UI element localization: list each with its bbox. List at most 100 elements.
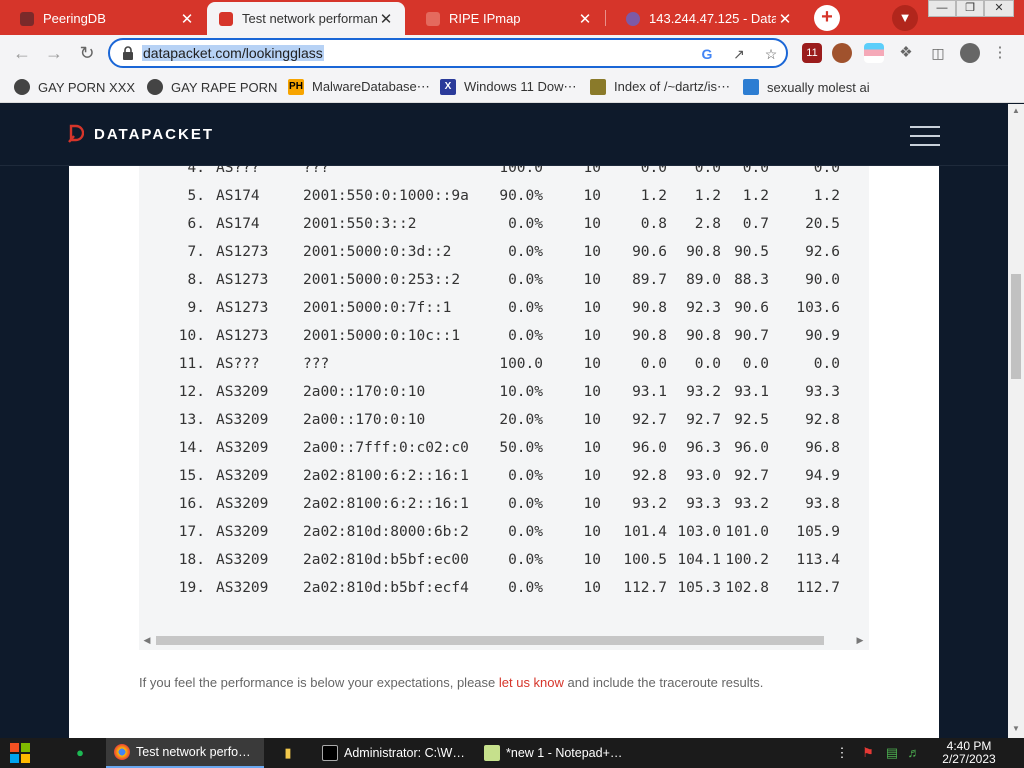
- profile-icon[interactable]: [960, 43, 980, 63]
- overflow-icon[interactable]: ⋮: [834, 745, 850, 761]
- globe-favicon-icon: [626, 11, 640, 26]
- bookmark-item[interactable]: GAY PORN XXX: [14, 77, 135, 97]
- extensions-puzzle-icon[interactable]: ❖: [896, 43, 916, 63]
- content-card: 4. AS?????? 100.0 10 0.0 0.0 0.0 0.0 5. AS174 2001…: [69, 166, 939, 738]
- clock-date: 2/27/2023: [942, 752, 996, 766]
- hop-host: 2a00::170:0:10: [303, 384, 426, 400]
- extension-badge-icon[interactable]: 11: [802, 43, 822, 63]
- hop-v2: 89.0: [686, 272, 721, 288]
- bookmark-item[interactable]: GAY RAPE PORN: [147, 77, 277, 97]
- tab-search-button[interactable]: ▼: [892, 5, 918, 31]
- close-tab-icon[interactable]: ✕: [377, 10, 395, 28]
- hop-v2: 93.0: [686, 468, 721, 484]
- flag-extension-icon[interactable]: [864, 43, 884, 63]
- scrollbar-thumb[interactable]: [1011, 274, 1021, 379]
- flag-icon[interactable]: ⚑: [860, 745, 876, 761]
- hop-v3: 1.2: [742, 188, 769, 204]
- reload-icon[interactable]: ↻: [75, 41, 99, 65]
- file-explorer-icon[interactable]: ▮: [280, 745, 296, 761]
- hop-host: 2a02:810d:b5bf:ec00: [303, 552, 469, 568]
- vertical-scrollbar[interactable]: ▲ ▼: [1008, 104, 1024, 738]
- close-tab-icon[interactable]: ✕: [178, 10, 196, 28]
- tab-peeringdb[interactable]: PeeringDB ✕: [0, 2, 206, 35]
- bookmark-item[interactable]: sexually molest ai: [743, 77, 870, 97]
- scrollbar-thumb[interactable]: [156, 636, 824, 645]
- datapacket-logo[interactable]: DATAPACKET: [68, 124, 214, 144]
- google-lens-icon[interactable]: G: [698, 45, 716, 63]
- hop-num: 9.: [187, 300, 205, 316]
- system-clock[interactable]: 4:40 PM 2/27/2023: [934, 740, 1004, 766]
- hop-v2: 92.7: [686, 412, 721, 428]
- hop-host: 2a00::7fff:0:c02:c0: [303, 440, 469, 456]
- bookmark-favicon-icon: PH: [288, 79, 304, 95]
- hop-host: 2001:5000:0:3d::2: [303, 244, 452, 260]
- scroll-down-icon[interactable]: ▼: [1008, 724, 1024, 733]
- close-window-button[interactable]: ✕: [984, 0, 1014, 17]
- hop-v3: 93.1: [734, 384, 769, 400]
- hop-asn: AS3209: [216, 440, 269, 456]
- new-tab-button[interactable]: +: [814, 5, 840, 31]
- hop-snt: 10: [583, 216, 601, 232]
- windows-start-icon[interactable]: [10, 743, 30, 763]
- hop-asn: AS1273: [216, 328, 269, 344]
- hop-v2: 90.8: [686, 244, 721, 260]
- address-bar[interactable]: datapacket.com/lookingglass G ↗ ☆: [108, 38, 788, 68]
- scroll-up-icon[interactable]: ▲: [1008, 106, 1024, 115]
- hop-host: 2001:550:0:1000::9a: [303, 188, 469, 204]
- app-icon[interactable]: ●: [72, 745, 88, 761]
- tab-title: RIPE IPmap: [449, 11, 521, 26]
- minimize-button[interactable]: —: [928, 0, 956, 17]
- hop-asn: AS3209: [216, 552, 269, 568]
- hop-asn: AS174: [216, 188, 260, 204]
- back-arrow-icon[interactable]: ←: [10, 41, 34, 65]
- menu-kebab-icon[interactable]: ⋮: [990, 43, 1010, 63]
- hop-v4: 93.3: [805, 384, 840, 400]
- volume-icon[interactable]: ♬: [906, 745, 922, 761]
- hop-v3: 101.0: [725, 524, 769, 540]
- avatar-extension-icon[interactable]: [832, 43, 852, 63]
- url-text[interactable]: datapacket.com/lookingglass: [142, 45, 324, 61]
- side-panel-icon[interactable]: ◫: [928, 43, 948, 63]
- taskbar-cmd[interactable]: Administrator: C:\W…: [314, 738, 472, 768]
- maximize-button[interactable]: ❐: [956, 0, 984, 17]
- bookmark-favicon-icon: [743, 79, 759, 95]
- tab-ip-lookup[interactable]: 143.244.47.125 - Datac ✕: [606, 2, 804, 35]
- hop-v1: 92.7: [632, 412, 667, 428]
- scroll-left-icon[interactable]: ◀: [142, 635, 152, 646]
- close-tab-icon[interactable]: ✕: [576, 10, 594, 28]
- hop-host: 2001:5000:0:7f::1: [303, 300, 452, 316]
- hop-snt: 10: [583, 468, 601, 484]
- scroll-right-icon[interactable]: ▶: [855, 635, 865, 646]
- hamburger-menu-icon[interactable]: [910, 126, 940, 146]
- hop-v3: 90.7: [734, 328, 769, 344]
- network-icon[interactable]: ▤: [884, 745, 900, 761]
- hop-v2: 1.2: [694, 188, 721, 204]
- hop-loss: 0.0%: [508, 300, 543, 316]
- bookmark-favicon-icon: X: [440, 79, 456, 95]
- hop-v3: 100.2: [725, 552, 769, 568]
- hop-loss: 100.0: [499, 356, 543, 372]
- taskbar-label: *new 1 - Notepad+…: [506, 746, 623, 760]
- bookmark-item[interactable]: Index of /~dartz/is⋯: [590, 77, 730, 97]
- taskbar-chrome[interactable]: Test network perfo…: [106, 738, 264, 768]
- bookmark-item[interactable]: PH MalwareDatabase⋯: [288, 77, 430, 97]
- browser-toolbar: ← → ↻ datapacket.com/lookingglass G ↗ ☆ …: [0, 35, 1024, 71]
- let-us-know-link[interactable]: let us know: [499, 675, 564, 690]
- hop-loss: 0.0%: [508, 216, 543, 232]
- hop-host: 2a02:810d:8000:6b:2: [303, 524, 469, 540]
- logo-text: DATAPACKET: [94, 125, 214, 143]
- hop-v1: 0.8: [640, 216, 667, 232]
- tab-ripe-ipmap[interactable]: RIPE IPmap ✕: [406, 2, 604, 35]
- close-tab-icon[interactable]: ✕: [776, 10, 794, 28]
- hop-snt: 10: [583, 272, 601, 288]
- taskbar-notepadpp[interactable]: *new 1 - Notepad+…: [476, 738, 634, 768]
- tab-datapacket[interactable]: Test network performan ✕: [207, 2, 405, 35]
- bookmark-item[interactable]: X Windows 11 Dow⋯: [440, 77, 576, 97]
- forward-arrow-icon[interactable]: →: [42, 41, 66, 65]
- hop-loss: 0.0%: [508, 244, 543, 260]
- screen: PeeringDB ✕ Test network performan ✕ RIP…: [0, 0, 1024, 768]
- horizontal-scrollbar[interactable]: ◀ ▶: [139, 633, 869, 648]
- bookmark-star-icon[interactable]: ☆: [762, 45, 780, 63]
- share-icon[interactable]: ↗: [730, 45, 748, 63]
- hop-host: 2a00::170:0:10: [303, 412, 426, 428]
